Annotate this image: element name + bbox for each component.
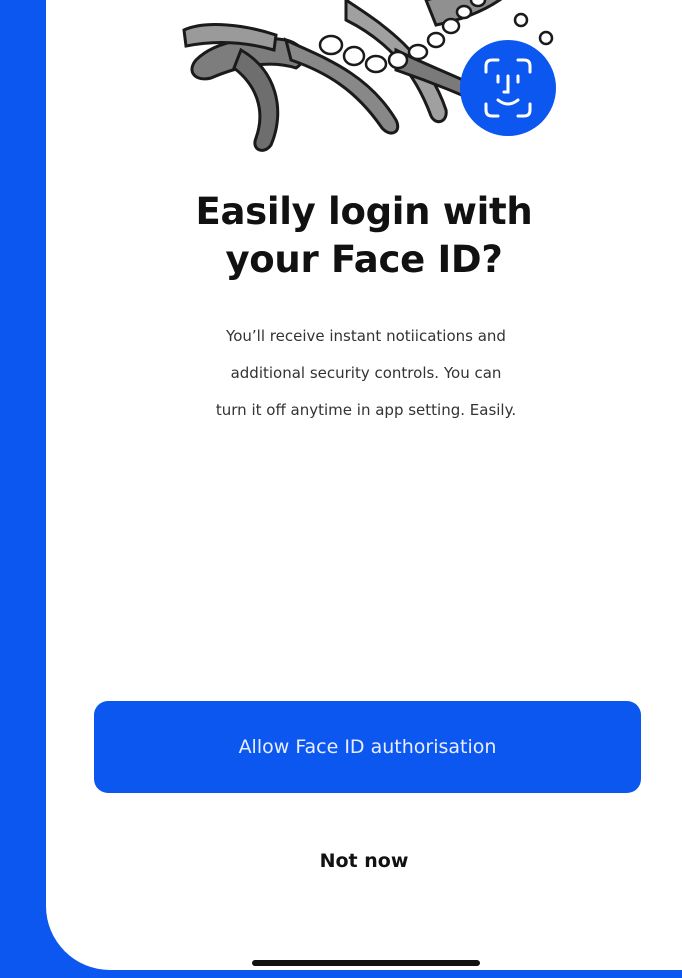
- page-title: Easily login with your Face ID?: [46, 188, 682, 284]
- description-line-1: You’ll receive instant notiications and: [226, 327, 506, 345]
- description-text: You’ll receive instant notiications and …: [146, 318, 586, 429]
- title-line-1: Easily login with: [195, 190, 533, 233]
- description-line-3: turn it off anytime in app setting. Easi…: [215, 401, 517, 419]
- description-line-2: additional security controls. You can: [230, 364, 502, 382]
- home-indicator: [252, 960, 480, 966]
- title-line-2: your Face ID?: [225, 238, 503, 281]
- octopus-illustration: [182, 0, 556, 152]
- not-now-button[interactable]: Not now: [46, 850, 682, 872]
- allow-face-id-button[interactable]: Allow Face ID authorisation: [94, 701, 641, 793]
- phone-screen: Easily login with your Face ID? You’ll r…: [46, 0, 682, 970]
- face-id-icon: [460, 40, 556, 136]
